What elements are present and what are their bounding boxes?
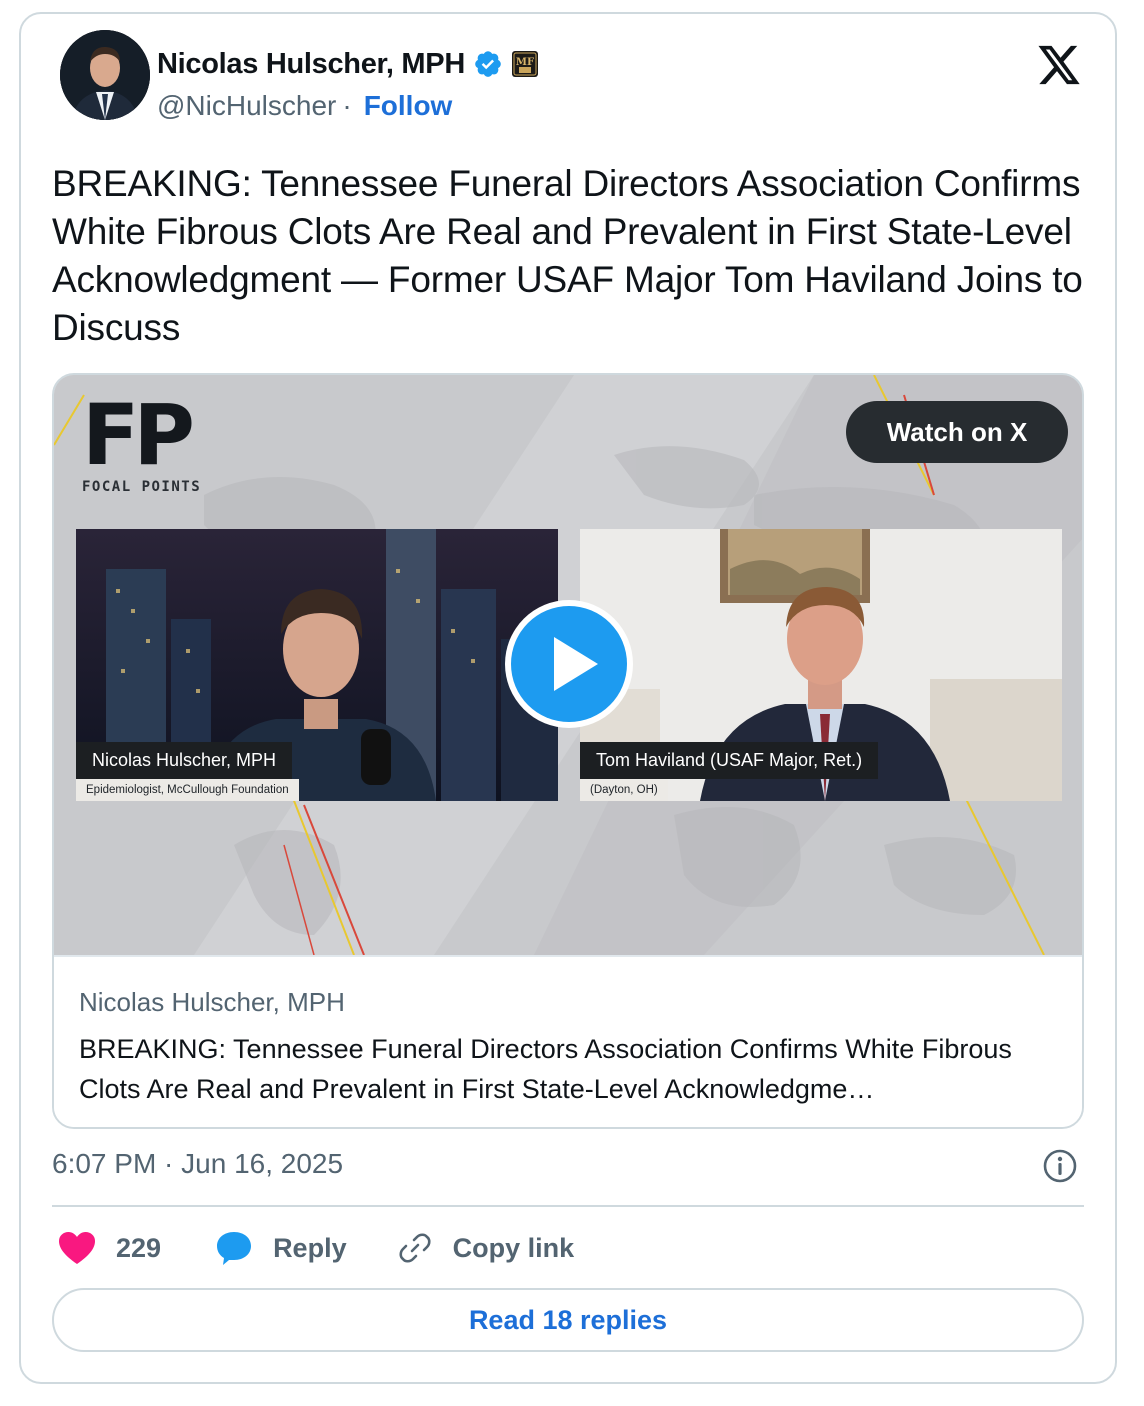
left-feed-name: Nicolas Hulscher, MPH (76, 742, 293, 779)
mf-badge-icon: MF (511, 51, 538, 77)
reply-bubble-icon (217, 1232, 252, 1265)
mf-badge-text: MF (516, 57, 534, 68)
author-handle[interactable]: @NicHulscher (157, 90, 336, 122)
x-logo-icon[interactable] (1036, 44, 1082, 86)
video-player[interactable]: FP FOCAL POINTS Watch on X Nicolas Hulsc… (54, 375, 1082, 955)
follow-link[interactable]: Follow (364, 90, 453, 122)
handle-row: @NicHulscher · Follow (157, 90, 452, 122)
card-source: Nicolas Hulscher, MPH (79, 987, 345, 1017)
avatar[interactable] (60, 30, 150, 120)
like-button[interactable]: 229 (58, 1231, 161, 1265)
right-lower-third: Tom Haviland (USAF Major, Ret.) (Dayton,… (580, 742, 879, 801)
play-icon[interactable] (502, 597, 636, 731)
separator-dot: · (342, 90, 352, 121)
heart-icon (59, 1232, 95, 1264)
right-feed-subtitle: (Dayton, OH) (580, 779, 668, 801)
left-lower-third: Nicolas Hulscher, MPH Epidemiologist, Mc… (76, 742, 299, 801)
verified-badge-icon (475, 51, 501, 77)
info-icon[interactable] (1042, 1148, 1078, 1184)
author-name[interactable]: Nicolas Hulscher, MPH (157, 48, 465, 81)
copy-link-label: Copy link (452, 1232, 575, 1263)
reply-button[interactable]: Reply (215, 1230, 347, 1266)
copy-link-button[interactable]: Copy link (397, 1230, 575, 1266)
reply-label: Reply (273, 1232, 347, 1263)
left-feed-subtitle: Epidemiologist, McCullough Foundation (76, 779, 299, 801)
watch-on-x-button[interactable]: Watch on X (846, 401, 1068, 463)
read-replies-button[interactable]: Read 18 replies (52, 1288, 1084, 1352)
tweet-timestamp[interactable]: 6:07 PM · Jun 16, 2025 (52, 1148, 343, 1180)
right-video-feed: Tom Haviland (USAF Major, Ret.) (Dayton,… (580, 529, 1062, 801)
card-footer[interactable]: Nicolas Hulscher, MPH BREAKING: Tennesse… (54, 955, 1082, 1127)
logo-letters: FP (82, 386, 195, 484)
card-description: BREAKING: Tennessee Funeral Directors As… (79, 1034, 1012, 1104)
tweet-text: BREAKING: Tennessee Funeral Directors As… (52, 163, 1083, 348)
logo-caption: FOCAL POINTS (82, 479, 202, 495)
focal-points-logo: FP FOCAL POINTS (82, 393, 201, 495)
like-count: 229 (116, 1232, 162, 1263)
link-icon (399, 1233, 431, 1263)
right-feed-name: Tom Haviland (USAF Major, Ret.) (580, 742, 879, 779)
author-name-row: Nicolas Hulscher, MPH MF (157, 44, 539, 84)
left-video-feed: Nicolas Hulscher, MPH Epidemiologist, Mc… (76, 529, 558, 801)
action-bar: 229 Reply Copy link (58, 1226, 574, 1270)
divider (52, 1205, 1084, 1207)
video-card[interactable]: FP FOCAL POINTS Watch on X Nicolas Hulsc… (52, 373, 1084, 1129)
